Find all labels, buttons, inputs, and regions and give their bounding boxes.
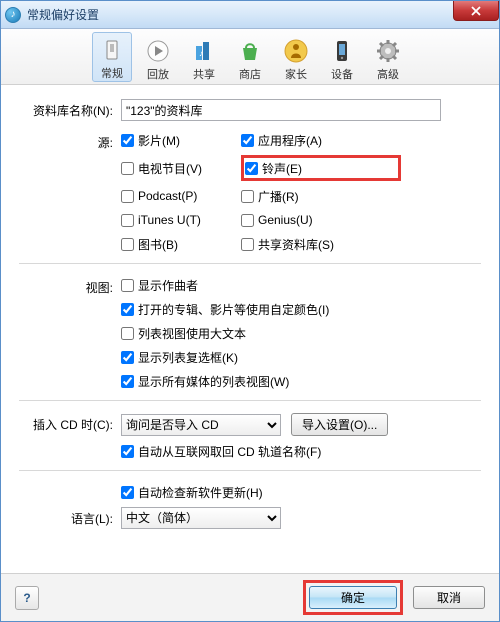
chk-alllistview[interactable]: 显示所有媒体的列表视图(W) — [121, 372, 481, 390]
chk-apps[interactable]: 应用程序(A) — [241, 131, 401, 149]
tab-label: 高级 — [377, 66, 399, 82]
parental-icon — [281, 36, 311, 66]
chk-genius[interactable]: Genius(U) — [241, 211, 401, 229]
chk-customcolor[interactable]: 打开的专辑、影片等使用自定颜色(I) — [121, 300, 481, 318]
tab-label: 共享 — [193, 66, 215, 82]
separator — [19, 400, 481, 401]
chk-books[interactable]: 图书(B) — [121, 235, 241, 253]
chk-auto-update[interactable]: 自动检查新软件更新(H) — [121, 483, 481, 501]
chk-tv[interactable]: 电视节目(V) — [121, 159, 241, 177]
content-pane: 资料库名称(N): 源: 影片(M) 应用程序(A) 电视节目(V) 铃声(E)… — [1, 85, 499, 543]
footer: ? 确定 取消 — [1, 573, 499, 621]
tab-label: 回放 — [147, 66, 169, 82]
general-icon — [97, 35, 127, 65]
tab-label: 设备 — [331, 66, 353, 82]
titlebar: ♪ 常规偏好设置 — [1, 1, 499, 29]
library-name-input[interactable] — [121, 99, 441, 121]
sharing-icon: ♪ — [189, 36, 219, 66]
chk-listcheckbox[interactable]: 显示列表复选框(K) — [121, 348, 481, 366]
itunes-icon: ♪ — [5, 7, 21, 23]
view-label: 视图: — [19, 276, 121, 296]
tab-store[interactable]: 商店 — [230, 34, 270, 82]
tab-sharing[interactable]: ♪ 共享 — [184, 34, 224, 82]
tab-parental[interactable]: 家长 — [276, 34, 316, 82]
chk-auto-tracknames[interactable]: 自动从互联网取回 CD 轨道名称(F) — [121, 442, 481, 460]
language-select[interactable]: 中文（简体） — [121, 507, 281, 529]
library-name-label: 资料库名称(N): — [19, 99, 121, 119]
store-icon — [235, 36, 265, 66]
ok-button[interactable]: 确定 — [309, 586, 397, 609]
separator — [19, 470, 481, 471]
import-settings-button[interactable]: 导入设置(O)... — [291, 413, 388, 436]
playback-icon — [143, 36, 173, 66]
tab-label: 常规 — [101, 65, 123, 81]
chk-composer[interactable]: 显示作曲者 — [121, 276, 481, 294]
preferences-window: ♪ 常规偏好设置 常规 回放 ♪ 共享 — [0, 0, 500, 622]
language-label: 语言(L): — [19, 507, 121, 527]
close-button[interactable] — [453, 1, 499, 21]
svg-text:♪: ♪ — [199, 49, 203, 58]
gear-icon — [373, 36, 403, 66]
cd-insert-label: 插入 CD 时(C): — [19, 413, 121, 433]
tab-label: 商店 — [239, 66, 261, 82]
chk-itunesu[interactable]: iTunes U(T) — [121, 211, 241, 229]
help-button[interactable]: ? — [15, 586, 39, 610]
chk-ringtone[interactable]: 铃声(E) — [245, 159, 302, 177]
chk-radio[interactable]: 广播(R) — [241, 187, 401, 205]
highlight-ok: 确定 — [303, 580, 403, 615]
chk-podcast[interactable]: Podcast(P) — [121, 187, 241, 205]
highlight-ringtone: 铃声(E) — [241, 155, 401, 181]
close-icon — [471, 6, 481, 16]
tab-advanced[interactable]: 高级 — [368, 34, 408, 82]
tab-general[interactable]: 常规 — [92, 32, 132, 82]
chk-bigtext[interactable]: 列表视图使用大文本 — [121, 324, 481, 342]
devices-icon — [327, 36, 357, 66]
tab-label: 家长 — [285, 66, 307, 82]
window-title: 常规偏好设置 — [27, 6, 99, 23]
cd-action-select[interactable]: 询问是否导入 CD — [121, 414, 281, 436]
tab-devices[interactable]: 设备 — [322, 34, 362, 82]
chk-movies[interactable]: 影片(M) — [121, 131, 241, 149]
cancel-button[interactable]: 取消 — [413, 586, 485, 609]
sources-label: 源: — [19, 131, 121, 151]
tab-playback[interactable]: 回放 — [138, 34, 178, 82]
tab-toolbar: 常规 回放 ♪ 共享 商店 家长 — [1, 29, 499, 85]
separator — [19, 263, 481, 264]
chk-shared[interactable]: 共享资料库(S) — [241, 235, 401, 253]
